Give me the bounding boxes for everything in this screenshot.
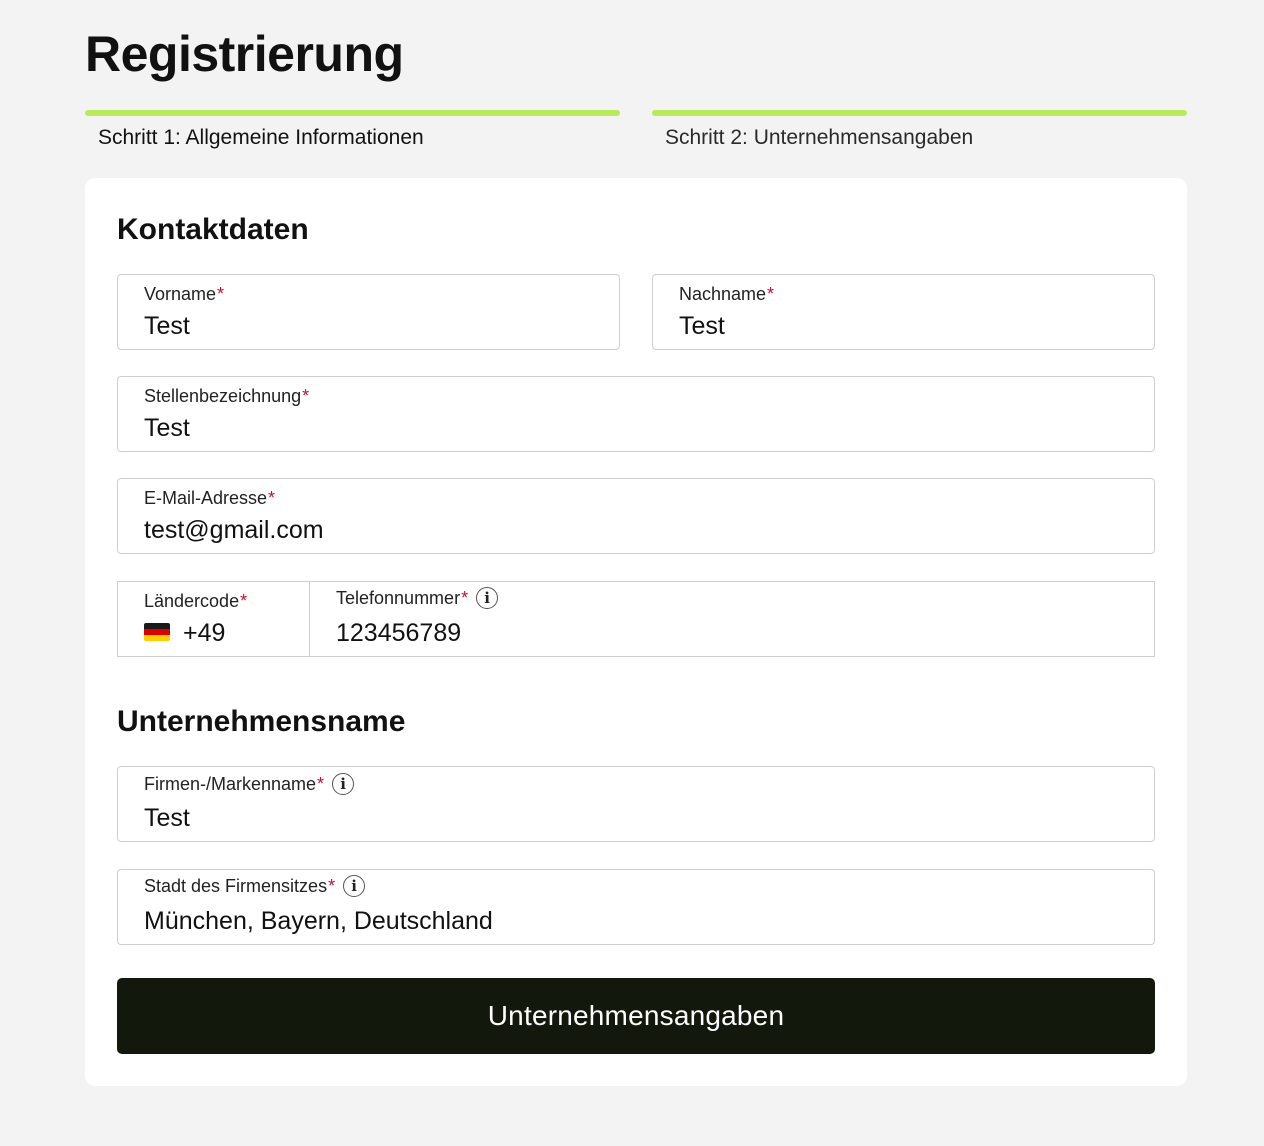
job-title-label: Stellenbezeichnung *: [144, 386, 310, 406]
required-asterisk: *: [767, 284, 775, 304]
city-field[interactable]: Stadt des Firmensitzes * i München, Bayer…: [117, 869, 1155, 945]
first-name-value[interactable]: Test: [144, 311, 190, 341]
info-icon[interactable]: i: [476, 587, 499, 609]
registration-form-card: Kontaktdaten Vorname * Test Nachname * Tes…: [85, 178, 1187, 1086]
company-section-title: Unternehmensname: [117, 705, 406, 738]
step-1-progress-bar: [85, 110, 620, 116]
last-name-label: Nachname *: [679, 284, 775, 304]
info-icon[interactable]: i: [343, 875, 366, 897]
required-asterisk: *: [217, 284, 225, 304]
step-2-progress-bar: [652, 110, 1187, 116]
country-code-value[interactable]: +49: [144, 618, 225, 648]
job-title-value[interactable]: Test: [144, 413, 190, 443]
page-title: Registrierung: [85, 26, 404, 82]
city-label: Stadt des Firmensitzes * i: [144, 875, 366, 897]
brand-name-label: Firmen-/Markenname * i: [144, 773, 355, 795]
required-asterisk: *: [240, 591, 248, 611]
required-asterisk: *: [461, 588, 469, 608]
phone-field[interactable]: Telefonnummer * i 123456789: [309, 581, 1155, 657]
required-asterisk: *: [302, 386, 310, 406]
email-value[interactable]: test@gmail.com: [144, 515, 324, 545]
email-field[interactable]: E-Mail-Adresse * test@gmail.com: [117, 478, 1155, 554]
required-asterisk: *: [317, 774, 325, 794]
email-label: E-Mail-Adresse *: [144, 488, 276, 508]
country-code-label: Ländercode *: [144, 591, 248, 611]
country-code-select[interactable]: Ländercode * +49: [117, 581, 310, 657]
first-name-label: Vorname *: [144, 284, 225, 304]
submit-button[interactable]: Unternehmensangaben: [117, 978, 1155, 1054]
last-name-value[interactable]: Test: [679, 311, 725, 341]
step-1[interactable]: Schritt 1: Allgemeine Informationen: [85, 110, 620, 151]
last-name-field[interactable]: Nachname * Test: [652, 274, 1155, 350]
step-2[interactable]: Schritt 2: Unternehmensangaben: [652, 110, 1187, 151]
phone-label: Telefonnummer * i: [336, 587, 499, 609]
first-name-field[interactable]: Vorname * Test: [117, 274, 620, 350]
step-1-label: Schritt 1: Allgemeine Informationen: [98, 126, 424, 149]
required-asterisk: *: [268, 488, 276, 508]
job-title-field[interactable]: Stellenbezeichnung * Test: [117, 376, 1155, 452]
brand-name-value[interactable]: Test: [144, 803, 190, 833]
info-icon[interactable]: i: [332, 773, 355, 795]
city-value[interactable]: München, Bayern, Deutschland: [144, 906, 493, 936]
brand-name-field[interactable]: Firmen-/Markenname * i Test: [117, 766, 1155, 842]
step-2-label: Schritt 2: Unternehmensangaben: [665, 126, 974, 149]
germany-flag-icon: [144, 623, 170, 642]
phone-value[interactable]: 123456789: [336, 618, 461, 648]
required-asterisk: *: [328, 876, 336, 896]
contact-section-title: Kontaktdaten: [117, 213, 309, 246]
